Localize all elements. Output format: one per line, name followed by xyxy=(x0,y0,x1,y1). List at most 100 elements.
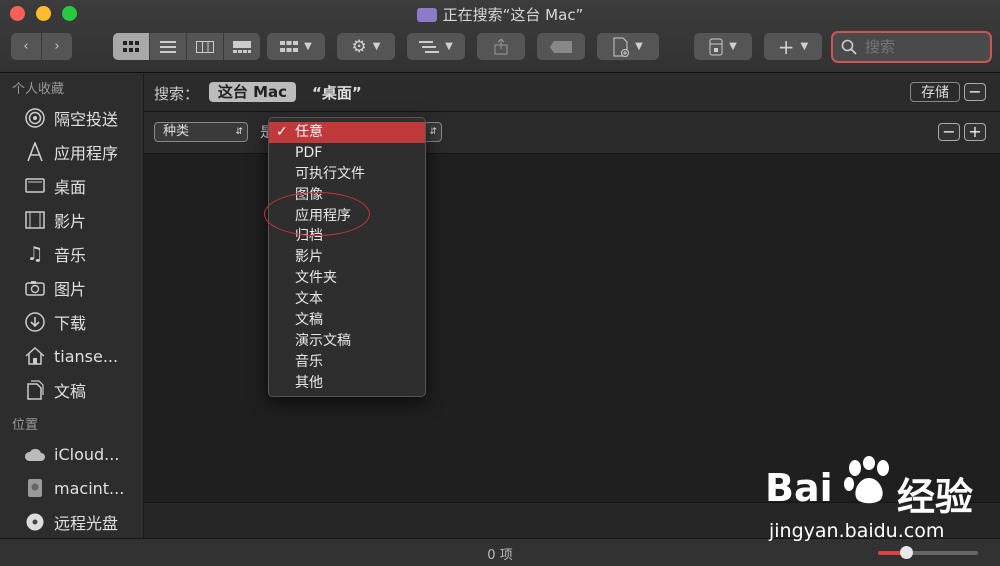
kind-dropdown-menu: ✓ 任意 PDF 可执行文件 图像 应用程序 归档 影片 文件夹 文本 文稿 演示… xyxy=(268,117,426,397)
desktop-icon xyxy=(24,176,46,196)
sidebar-item-movies[interactable]: 影片 xyxy=(0,203,143,237)
annotation-circle xyxy=(264,192,370,236)
sidebar-item-remote-disc[interactable]: 远程光盘 xyxy=(0,505,143,539)
sidebar-item-label: macint... xyxy=(54,478,125,498)
scope-desktop-button[interactable]: “桌面” xyxy=(312,82,362,103)
sidebar-item-applications[interactable]: 应用程序 xyxy=(0,135,143,169)
pictures-icon xyxy=(24,278,46,298)
column-view-icon xyxy=(196,40,214,53)
list-view-button[interactable] xyxy=(150,33,187,60)
chevron-down-icon: ▼ xyxy=(372,41,381,52)
sidebar-item-downloads[interactable]: 下载 xyxy=(0,305,143,339)
menu-item-label: PDF xyxy=(295,144,323,161)
baidu-watermark: Bai 经验 jingyan.baidu.com xyxy=(765,456,985,546)
slider-knob[interactable] xyxy=(900,546,913,559)
menu-item-label: 文稿 xyxy=(295,312,323,329)
menu-item-label: 演示文稿 xyxy=(295,332,351,349)
window-title-container: 正在搜索“这台 Mac” xyxy=(0,4,1000,25)
menu-item[interactable]: 文稿 xyxy=(269,310,425,331)
arrange-icon xyxy=(419,40,440,53)
sidebar-item-music[interactable]: ♫ 音乐 xyxy=(0,237,143,271)
search-input[interactable] xyxy=(863,37,977,57)
menu-item-label: 其他 xyxy=(295,374,323,391)
attribute-select[interactable]: 种类 ⇵ xyxy=(154,122,248,142)
sidebar-item-label: iCloud... xyxy=(54,444,120,464)
sidebar: 个人收藏 隔空投送 应用程序 桌面 影片 ♫ 音乐 图片 下载 tianse..… xyxy=(0,73,144,538)
search-field[interactable] xyxy=(831,31,992,63)
watermark-brand-right: 经验 xyxy=(897,475,974,519)
menu-item[interactable]: 文本 xyxy=(269,289,425,310)
sidebar-item-label: 文稿 xyxy=(54,382,87,401)
new-document-button[interactable]: ▼ xyxy=(597,33,659,60)
watermark-brand-left: Bai xyxy=(765,466,833,510)
add-criteria-button[interactable]: + xyxy=(964,123,986,141)
sidebar-item-home[interactable]: tianse... xyxy=(0,339,143,373)
checkmark-icon: ✓ xyxy=(276,124,288,140)
remove-search-button[interactable]: − xyxy=(964,83,986,101)
optical-disc-icon xyxy=(24,512,46,532)
window-title: 正在搜索“这台 Mac” xyxy=(442,6,584,24)
search-scope-bar: 搜索： 这台 Mac “桌面” 存储 − xyxy=(144,73,1000,112)
sidebar-item-icloud[interactable]: iCloud... xyxy=(0,437,143,471)
save-search-button[interactable]: 存储 xyxy=(910,82,960,102)
view-mode-segment xyxy=(113,33,260,60)
updown-chevron-icon: ⇵ xyxy=(429,127,437,137)
back-button[interactable]: ‹ xyxy=(11,33,42,60)
chevron-down-icon: ▼ xyxy=(800,41,809,52)
paw-logo-icon xyxy=(844,456,889,504)
gear-icon: ⚙ xyxy=(351,36,367,57)
column-view-button[interactable] xyxy=(187,33,224,60)
menu-item[interactable]: 文件夹 xyxy=(269,268,425,289)
menu-item-label: 文本 xyxy=(295,291,323,308)
chevron-right-icon: › xyxy=(54,39,60,54)
group-by-button[interactable]: ▼ xyxy=(267,33,325,60)
menu-item[interactable]: 影片 xyxy=(269,247,425,268)
menu-item[interactable]: 其他 xyxy=(269,373,425,394)
icon-view-button[interactable] xyxy=(113,33,150,60)
sidebar-item-documents[interactable]: 文稿 xyxy=(0,373,143,407)
sidebar-item-label: 图片 xyxy=(54,280,87,299)
server-icon xyxy=(709,38,723,55)
menu-item[interactable]: ✓ 任意 xyxy=(269,122,425,143)
menu-item[interactable]: 可执行文件 xyxy=(269,164,425,185)
sidebar-item-desktop[interactable]: 桌面 xyxy=(0,169,143,203)
add-button[interactable]: + ▼ xyxy=(764,33,822,60)
navigation-buttons: ‹ › xyxy=(11,33,72,60)
finder-window: 正在搜索“这台 Mac” ‹ › ▼ ⚙ ▼ ▼ ▼ ▼ + ▼ 搜索 个人收藏… xyxy=(0,0,1000,566)
arrange-button[interactable]: ▼ xyxy=(407,33,465,60)
chevron-left-icon: ‹ xyxy=(23,39,29,54)
gallery-view-button[interactable] xyxy=(224,33,260,60)
smart-folder-icon xyxy=(416,8,437,22)
disk-icon xyxy=(24,478,46,498)
action-menu-button[interactable]: ⚙ ▼ xyxy=(337,33,395,60)
forward-button[interactable]: › xyxy=(42,33,72,60)
sidebar-item-label: tianse... xyxy=(54,346,119,366)
connect-drive-button[interactable]: ▼ xyxy=(694,33,752,60)
applications-icon xyxy=(24,142,46,162)
menu-item-label: 影片 xyxy=(295,249,323,266)
updown-chevron-icon: ⇵ xyxy=(235,127,243,137)
chevron-down-icon: ▼ xyxy=(729,41,737,52)
menu-item[interactable]: 演示文稿 xyxy=(269,331,425,352)
documents-icon xyxy=(24,380,46,400)
menu-item[interactable]: 音乐 xyxy=(269,352,425,373)
icon-size-slider[interactable] xyxy=(878,546,978,559)
share-icon xyxy=(494,38,508,54)
scope-this-mac-button[interactable]: 这台 Mac xyxy=(209,82,296,102)
downloads-icon xyxy=(24,312,46,332)
sidebar-item-airdrop[interactable]: 隔空投送 xyxy=(0,101,143,135)
airdrop-icon xyxy=(24,108,46,128)
menu-item-label: 文件夹 xyxy=(295,270,337,287)
chevron-down-icon: ▼ xyxy=(304,41,312,52)
share-button[interactable] xyxy=(477,33,525,60)
attribute-select-value: 种类 xyxy=(163,124,190,139)
menu-item[interactable]: PDF xyxy=(269,143,425,164)
sidebar-item-label: 影片 xyxy=(54,212,87,231)
sidebar-item-pictures[interactable]: 图片 xyxy=(0,271,143,305)
remove-criteria-button[interactable]: − xyxy=(938,123,960,141)
sidebar-item-label: 隔空投送 xyxy=(54,110,119,129)
menu-item-label: 任意 xyxy=(295,124,323,140)
sidebar-item-macintosh-hd[interactable]: macint... xyxy=(0,471,143,505)
search-icon xyxy=(841,39,857,55)
tags-button[interactable] xyxy=(537,33,585,60)
